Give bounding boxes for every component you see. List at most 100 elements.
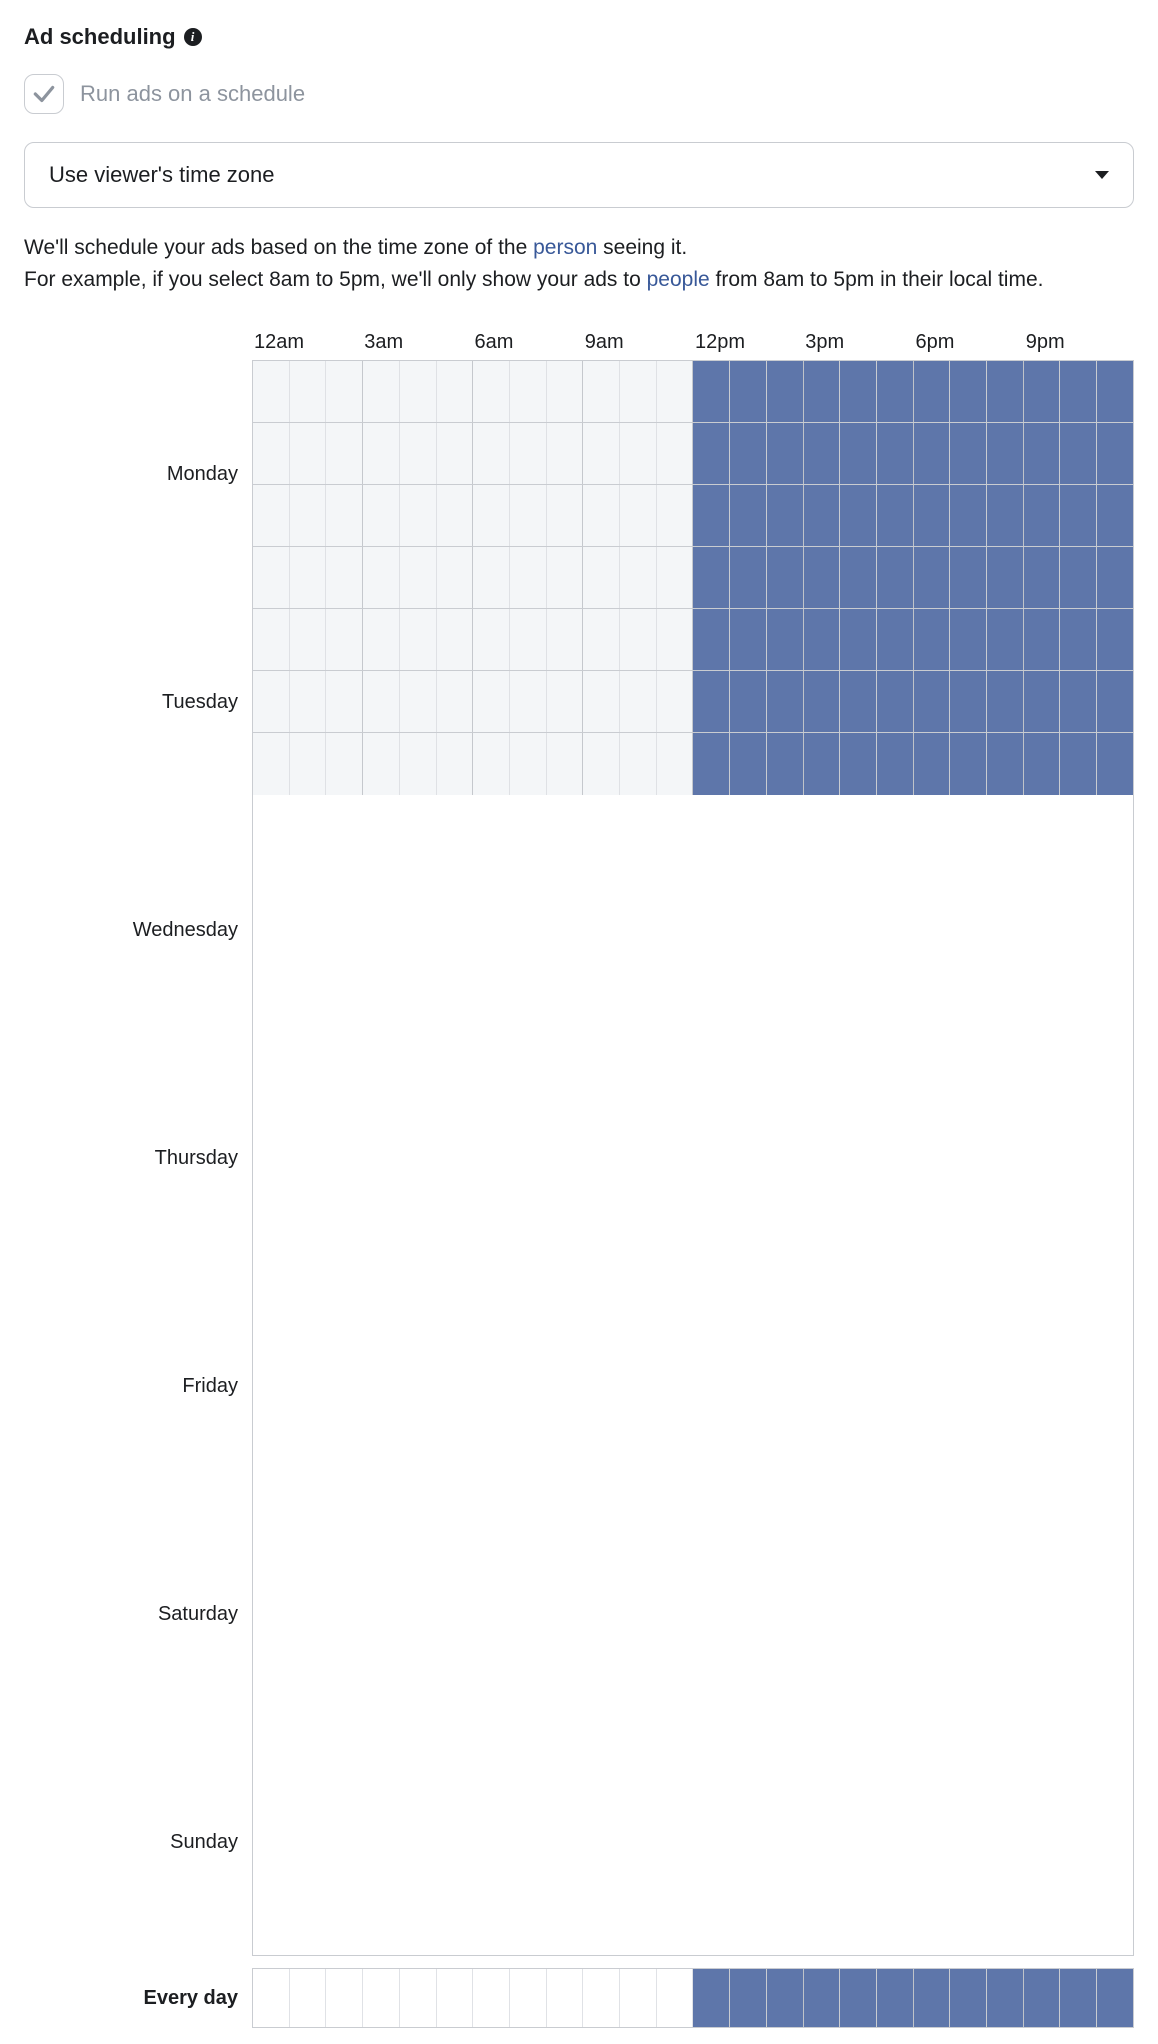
schedule-cell[interactable] <box>657 671 694 732</box>
schedule-cell[interactable] <box>987 361 1024 422</box>
schedule-cell[interactable] <box>693 1969 730 2027</box>
schedule-cell[interactable] <box>877 361 914 422</box>
schedule-cell[interactable] <box>657 361 694 422</box>
schedule-cell[interactable] <box>987 485 1024 546</box>
schedule-cell[interactable] <box>840 609 877 670</box>
schedule-cell[interactable] <box>767 361 804 422</box>
schedule-cell[interactable] <box>400 485 437 546</box>
schedule-cell[interactable] <box>290 547 327 608</box>
schedule-cell[interactable] <box>547 485 584 546</box>
schedule-cell[interactable] <box>547 1969 584 2027</box>
schedule-cell[interactable] <box>290 1969 327 2027</box>
schedule-cell[interactable] <box>473 361 510 422</box>
schedule-cell[interactable] <box>877 1969 914 2027</box>
schedule-cell[interactable] <box>1060 547 1097 608</box>
schedule-cell[interactable] <box>437 1969 474 2027</box>
schedule-cell[interactable] <box>914 733 951 795</box>
schedule-cell[interactable] <box>657 485 694 546</box>
schedule-cell[interactable] <box>253 361 290 422</box>
schedule-cell[interactable] <box>547 361 584 422</box>
schedule-cell[interactable] <box>363 733 400 795</box>
schedule-cell[interactable] <box>877 671 914 732</box>
schedule-cell[interactable] <box>987 1969 1024 2027</box>
schedule-cell[interactable] <box>730 1969 767 2027</box>
schedule-cell[interactable] <box>1097 361 1133 422</box>
schedule-cell[interactable] <box>693 361 730 422</box>
person-link[interactable]: person <box>533 236 597 259</box>
timezone-select[interactable]: Use viewer's time zone <box>24 142 1134 208</box>
schedule-cell[interactable] <box>693 733 730 795</box>
schedule-cell[interactable] <box>620 609 657 670</box>
schedule-cell[interactable] <box>326 361 363 422</box>
schedule-cell[interactable] <box>510 671 547 732</box>
schedule-cell[interactable] <box>877 423 914 484</box>
schedule-cell[interactable] <box>804 609 841 670</box>
schedule-cell[interactable] <box>693 547 730 608</box>
schedule-cell[interactable] <box>583 485 620 546</box>
schedule-cell[interactable] <box>950 609 987 670</box>
schedule-cell[interactable] <box>547 733 584 795</box>
schedule-cell[interactable] <box>400 361 437 422</box>
schedule-cell[interactable] <box>400 733 437 795</box>
schedule-cell[interactable] <box>1024 485 1061 546</box>
schedule-cell[interactable] <box>253 1969 290 2027</box>
schedule-cell[interactable] <box>804 1969 841 2027</box>
schedule-cell[interactable] <box>290 423 327 484</box>
schedule-cell[interactable] <box>290 733 327 795</box>
schedule-cell[interactable] <box>583 547 620 608</box>
schedule-cell[interactable] <box>437 609 474 670</box>
schedule-cell[interactable] <box>583 423 620 484</box>
schedule-cell[interactable] <box>510 361 547 422</box>
schedule-cell[interactable] <box>437 361 474 422</box>
schedule-cell[interactable] <box>400 423 437 484</box>
schedule-cell[interactable] <box>1024 1969 1061 2027</box>
schedule-cell[interactable] <box>583 361 620 422</box>
schedule-cell[interactable] <box>950 485 987 546</box>
schedule-cell[interactable] <box>950 1969 987 2027</box>
schedule-cell[interactable] <box>510 423 547 484</box>
schedule-cell[interactable] <box>400 609 437 670</box>
schedule-cell[interactable] <box>363 1969 400 2027</box>
schedule-cell[interactable] <box>253 423 290 484</box>
schedule-cell[interactable] <box>363 423 400 484</box>
schedule-cell[interactable] <box>1060 671 1097 732</box>
schedule-cell[interactable] <box>950 423 987 484</box>
schedule-cell[interactable] <box>326 485 363 546</box>
schedule-cell[interactable] <box>914 423 951 484</box>
schedule-cell[interactable] <box>840 733 877 795</box>
schedule-cell[interactable] <box>840 671 877 732</box>
schedule-cell[interactable] <box>840 547 877 608</box>
info-icon[interactable]: i <box>184 28 202 46</box>
schedule-cell[interactable] <box>914 485 951 546</box>
schedule-cell[interactable] <box>400 547 437 608</box>
schedule-cell[interactable] <box>950 547 987 608</box>
schedule-cell[interactable] <box>1097 547 1133 608</box>
schedule-cell[interactable] <box>987 547 1024 608</box>
schedule-cell[interactable] <box>473 547 510 608</box>
schedule-cell[interactable] <box>1060 609 1097 670</box>
schedule-cell[interactable] <box>620 361 657 422</box>
schedule-cell[interactable] <box>877 485 914 546</box>
schedule-cell[interactable] <box>840 1969 877 2027</box>
schedule-cell[interactable] <box>326 671 363 732</box>
schedule-cell[interactable] <box>1097 423 1133 484</box>
schedule-cell[interactable] <box>290 671 327 732</box>
schedule-cell[interactable] <box>657 1969 694 2027</box>
schedule-cell[interactable] <box>1060 1969 1097 2027</box>
schedule-cell[interactable] <box>914 1969 951 2027</box>
schedule-cell[interactable] <box>1024 361 1061 422</box>
schedule-checkbox[interactable] <box>24 74 64 114</box>
schedule-cell[interactable] <box>1060 733 1097 795</box>
schedule-cell[interactable] <box>583 671 620 732</box>
schedule-cell[interactable] <box>363 361 400 422</box>
schedule-cell[interactable] <box>400 671 437 732</box>
schedule-cell[interactable] <box>840 485 877 546</box>
schedule-cell[interactable] <box>290 485 327 546</box>
schedule-cell[interactable] <box>473 609 510 670</box>
schedule-cell[interactable] <box>473 485 510 546</box>
schedule-cell[interactable] <box>510 733 547 795</box>
schedule-cell[interactable] <box>473 733 510 795</box>
schedule-cell[interactable] <box>326 423 363 484</box>
schedule-cell[interactable] <box>547 609 584 670</box>
schedule-cell[interactable] <box>510 485 547 546</box>
